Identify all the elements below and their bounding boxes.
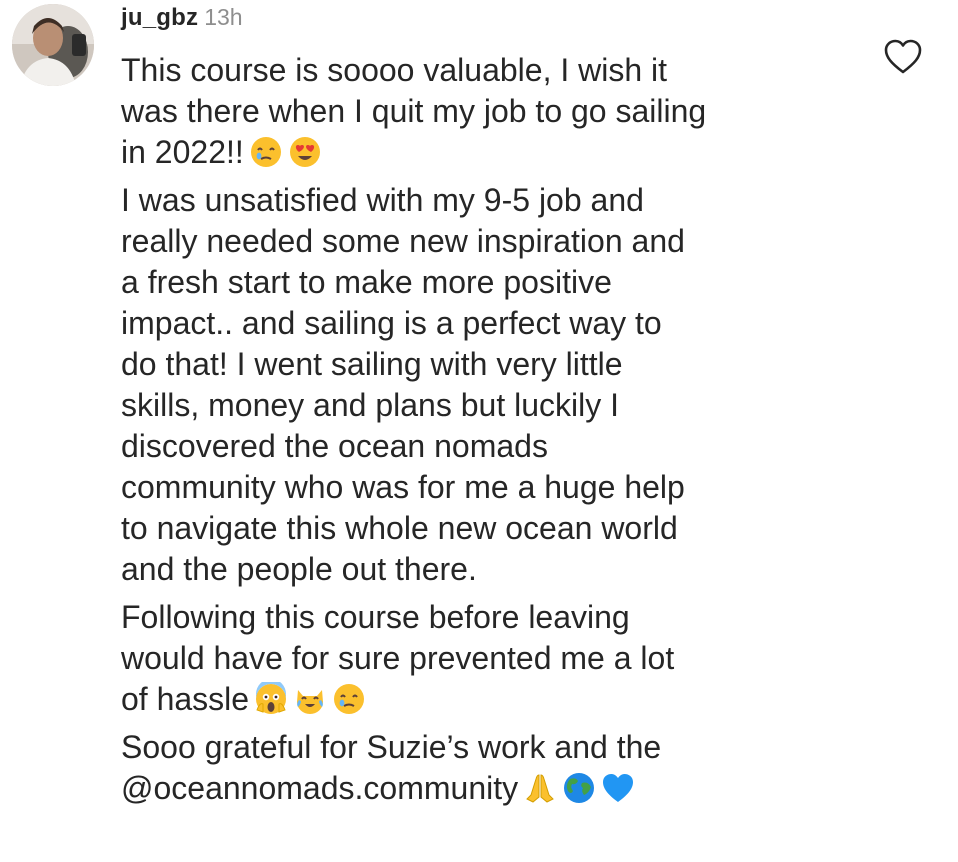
comment-paragraph: Sooo grateful for Suzie’s work and the @… xyxy=(121,727,851,809)
comment-line: do that! I went sailing with very little xyxy=(121,346,623,382)
blue-heart-emoji xyxy=(601,771,635,805)
screaming-face-emoji xyxy=(254,682,288,716)
comment-paragraph: Following this course before leaving wou… xyxy=(121,597,851,720)
comment-line: and the people out there. xyxy=(121,551,477,587)
comment-line-text: in 2022!! xyxy=(121,134,244,170)
heart-outline-icon[interactable] xyxy=(883,38,923,76)
comment-line: @oceannomads.community xyxy=(121,768,851,809)
comment-line: would have for sure prevented me a lot xyxy=(121,640,675,676)
face-holding-back-tears-emoji xyxy=(332,682,366,716)
username[interactable]: ju_gbz xyxy=(121,4,198,31)
cat-tears-of-joy-emoji xyxy=(293,682,327,716)
comment-line: really needed some new inspiration and xyxy=(121,223,685,259)
comment-body: This course is soooo valuable, I wish it… xyxy=(121,50,851,809)
comment: ju_gbz 13h This course is soooo valuable,… xyxy=(0,0,958,862)
comment-line: to navigate this whole new ocean world xyxy=(121,510,678,546)
heart-eyes-emoji xyxy=(288,135,322,169)
mention-link[interactable]: @oceannomads.community xyxy=(121,770,518,806)
folded-hands-emoji xyxy=(523,771,557,805)
avatar-photo xyxy=(12,4,94,86)
comment-line: skills, money and plans but luckily I xyxy=(121,387,619,423)
comment-line: of hassle xyxy=(121,679,851,720)
comment-line: I was unsatisfied with my 9-5 job and xyxy=(121,182,644,218)
comment-line: a fresh start to make more positive xyxy=(121,264,612,300)
comment-line-text: of hassle xyxy=(121,681,250,717)
comment-header: ju_gbz 13h xyxy=(121,0,243,34)
comment-line: Sooo grateful for Suzie’s work and the xyxy=(121,729,662,765)
avatar[interactable] xyxy=(12,4,94,86)
timestamp: 13h xyxy=(204,4,243,30)
comment-paragraph: This course is soooo valuable, I wish it… xyxy=(121,50,851,173)
comment-line: Following this course before leaving xyxy=(121,599,630,635)
comment-line: This course is soooo valuable, I wish it xyxy=(121,52,668,88)
comment-line: community who was for me a huge help xyxy=(121,469,685,505)
comment-line: was there when I quit my job to go saili… xyxy=(121,93,707,129)
comment-line: discovered the ocean nomads xyxy=(121,428,548,464)
comment-paragraph: I was unsatisfied with my 9-5 job and re… xyxy=(121,180,851,590)
face-holding-back-tears-emoji xyxy=(249,135,283,169)
globe-emoji xyxy=(562,771,596,805)
comment-line: in 2022!! xyxy=(121,132,851,173)
comment-line: impact.. and sailing is a perfect way to xyxy=(121,305,662,341)
